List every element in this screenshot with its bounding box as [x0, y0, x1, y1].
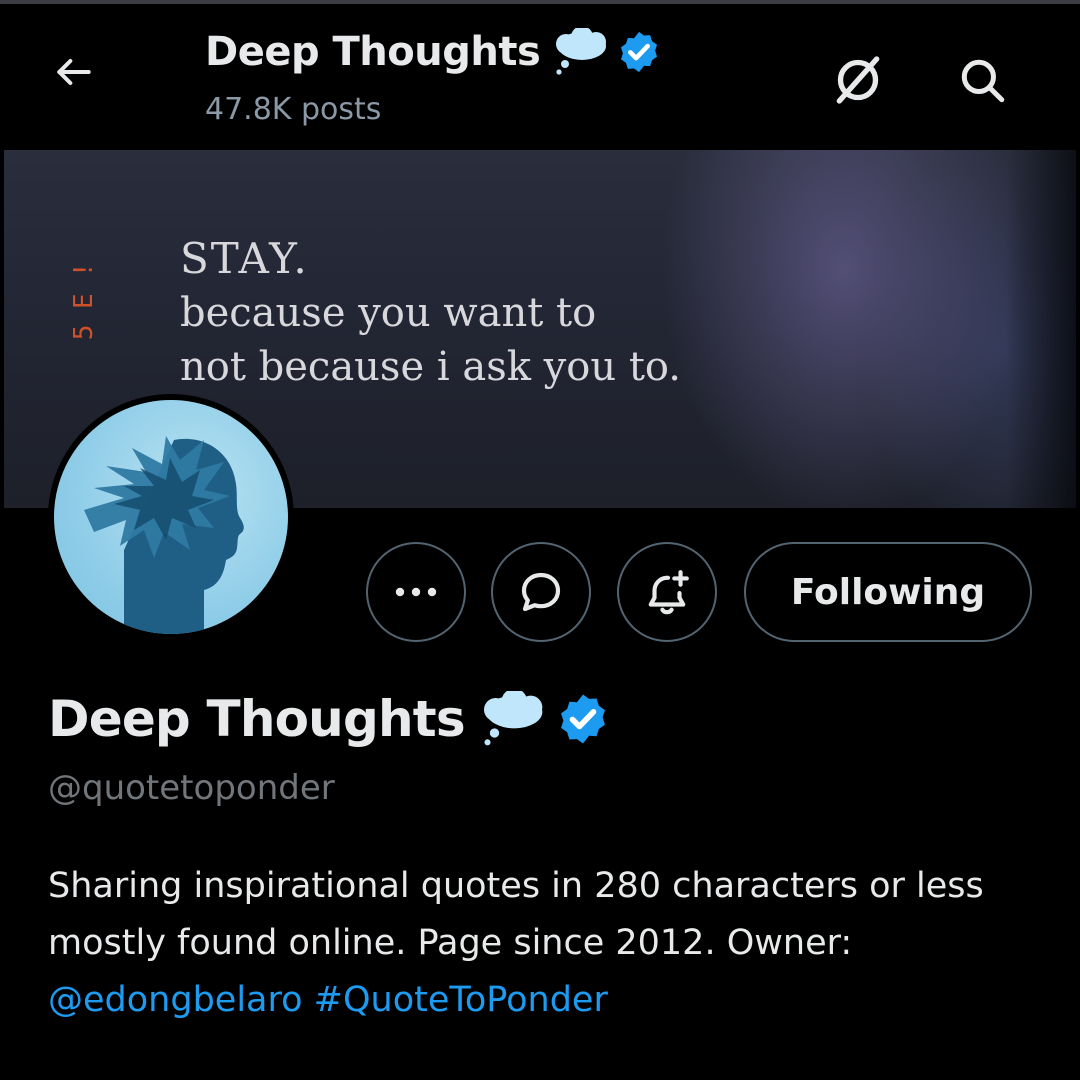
verified-badge-icon	[555, 691, 611, 747]
following-button[interactable]: Following	[744, 542, 1032, 642]
grok-icon	[836, 56, 880, 104]
back-button[interactable]	[44, 42, 104, 102]
posts-count: 47.8K posts	[205, 92, 382, 127]
bio-mention-link[interactable]: @edongbelaro	[48, 980, 303, 1020]
banner-side-text: 5 E !	[69, 262, 99, 341]
message-icon	[521, 572, 561, 612]
bio-hashtag-link[interactable]: #QuoteToPonder	[314, 980, 608, 1020]
search-icon	[961, 59, 1005, 103]
profile-handle: @quotetoponder	[48, 768, 335, 808]
avatar[interactable]	[48, 394, 294, 640]
search-button[interactable]	[950, 48, 1014, 112]
grok-button[interactable]	[826, 48, 890, 112]
profile-bio: Sharing inspirational quotes in 280 char…	[48, 858, 1048, 1029]
thought-balloon-emoji	[479, 691, 545, 747]
avatar-image	[54, 400, 288, 634]
header-title: Deep Thoughts	[205, 28, 662, 76]
more-horizontal-icon	[395, 587, 437, 597]
thought-balloon-emoji	[552, 28, 608, 76]
more-options-button[interactable]	[366, 542, 466, 642]
profile-name: Deep Thoughts	[48, 690, 611, 748]
notifications-button[interactable]	[617, 542, 717, 642]
banner-quote-line-3: not because i ask you to.	[180, 344, 681, 390]
profile-header: Deep Thoughts 47.8K posts	[0, 4, 1080, 150]
banner-quote: STAY. because you want to not because i …	[180, 232, 681, 394]
banner-quote-line-2: because you want to	[180, 290, 597, 336]
message-button[interactable]	[491, 542, 591, 642]
banner-quote-line-1: STAY.	[180, 234, 309, 283]
back-arrow-icon	[57, 58, 91, 86]
verified-badge-icon	[616, 29, 662, 75]
bell-plus-icon	[648, 570, 689, 615]
header-name: Deep Thoughts	[205, 29, 541, 75]
bio-text: Sharing inspirational quotes in 280 char…	[48, 866, 984, 963]
display-name: Deep Thoughts	[48, 690, 466, 748]
banner-shadow	[1006, 150, 1076, 508]
